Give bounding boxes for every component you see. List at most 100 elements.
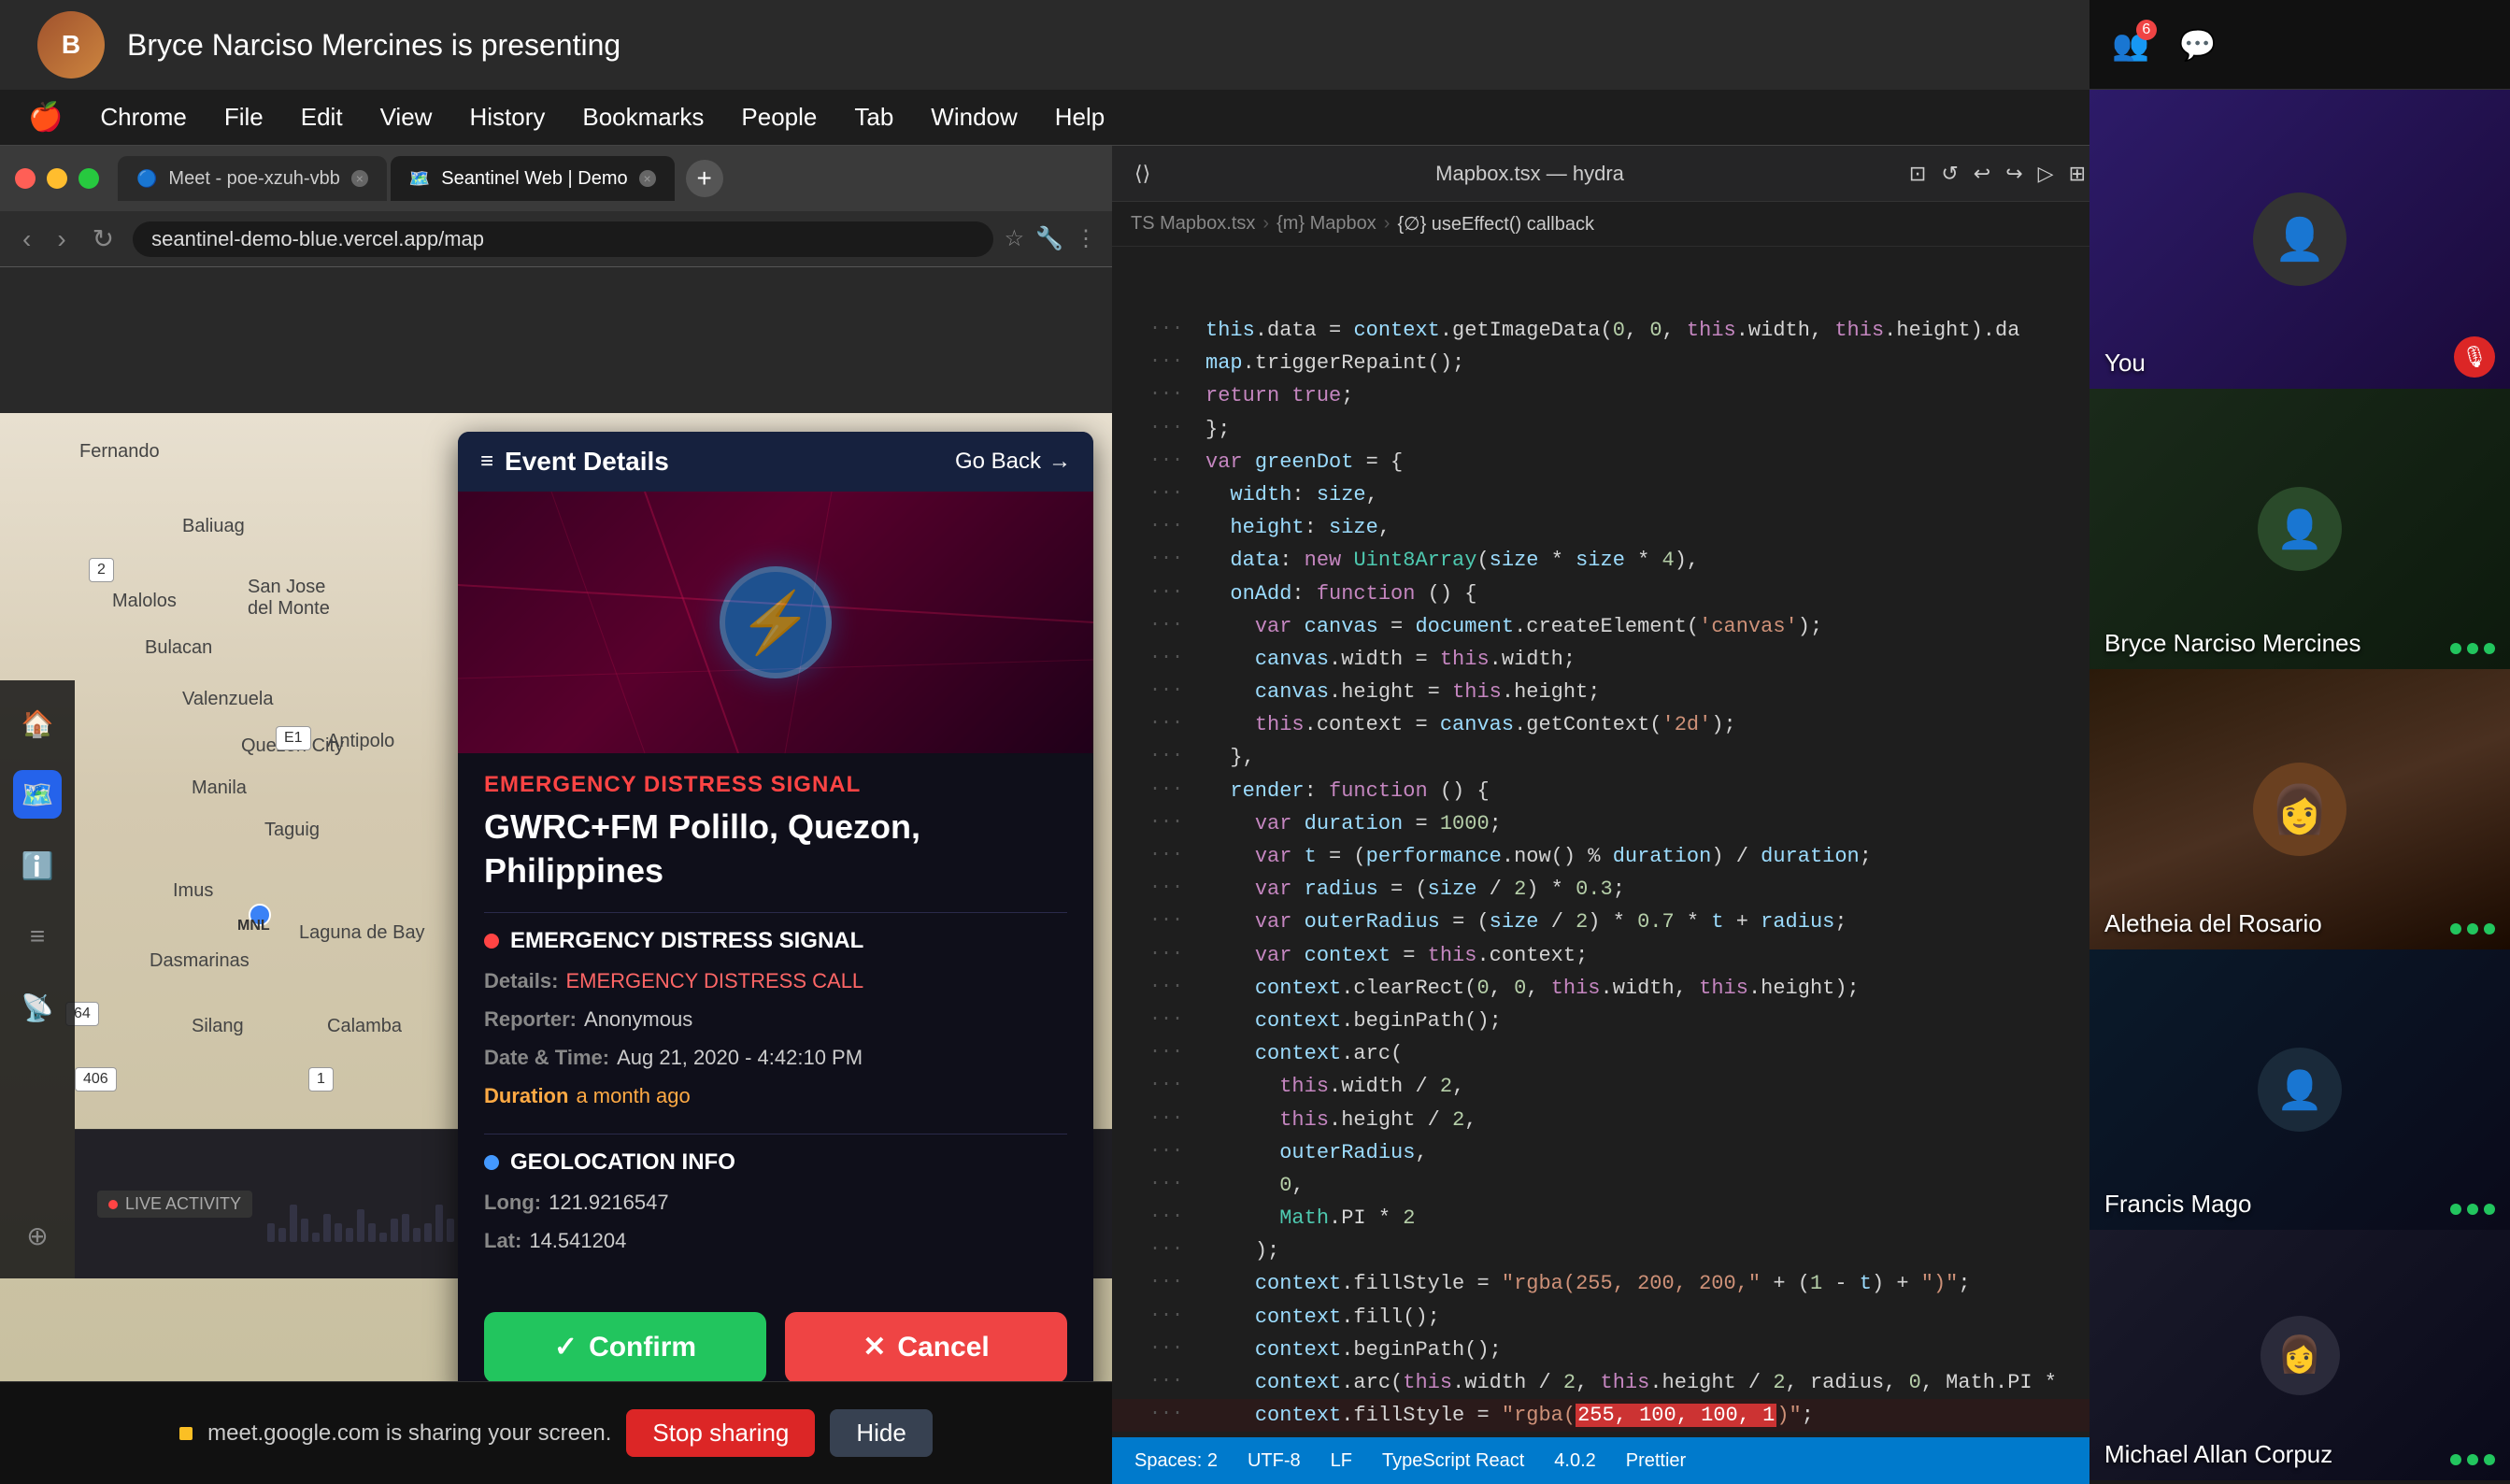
- detail-section-emergency: EMERGENCY DISTRESS SIGNAL Details: EMERG…: [484, 912, 1067, 1134]
- menu-chrome[interactable]: Chrome: [100, 103, 186, 132]
- share-indicator: [179, 1427, 193, 1440]
- detail-value-duration: a month ago: [576, 1080, 690, 1111]
- address-bar-icons: ☆ 🔧 ⋮: [1005, 225, 1097, 252]
- menu-people[interactable]: People: [741, 103, 817, 132]
- code-line: ··· onAdd: function () {: [1112, 578, 2108, 610]
- back-button[interactable]: ‹: [15, 221, 38, 258]
- breadcrumb-sep-2: ›: [1384, 213, 1390, 235]
- detail-dot-red: [484, 934, 499, 949]
- detail-value-lat: 14.541204: [529, 1225, 626, 1256]
- event-image: ⚡: [458, 492, 1093, 753]
- tab-seantinel-label: Seantinel Web | Demo: [441, 168, 627, 190]
- redo-icon[interactable]: ↪: [2005, 162, 2022, 186]
- code-line: ··· render: function () {: [1112, 775, 2108, 807]
- sidebar-layers[interactable]: ⊕: [13, 1211, 62, 1260]
- url-input[interactable]: [133, 221, 992, 257]
- tab-meet-close[interactable]: ×: [351, 170, 368, 187]
- code-line: ··· map.triggerRepaint();: [1112, 347, 2108, 379]
- extension-icon[interactable]: 🔧: [1035, 225, 1063, 252]
- code-line: ··· return true;: [1112, 379, 2108, 412]
- hide-button[interactable]: Hide: [830, 1409, 932, 1457]
- event-panel-title: ≡ Event Details: [480, 447, 669, 477]
- francis-name-label: Francis Mago: [2104, 1190, 2252, 1219]
- tab-meet[interactable]: 🔵 Meet - poe-xzuh-vbb ×: [118, 156, 387, 201]
- detail-value-long: 121.9216547: [549, 1187, 668, 1218]
- split-view-icon[interactable]: ⊡: [1909, 162, 1926, 186]
- code-line: ··· );: [1112, 1234, 2108, 1267]
- participants-icon[interactable]: 👥 6: [2112, 27, 2149, 63]
- address-bar: ‹ › ↻ ☆ 🔧 ⋮: [0, 211, 1112, 267]
- map-label-san-jose: San Josedel Monte: [248, 577, 330, 620]
- sidebar-list[interactable]: ≡: [13, 912, 62, 961]
- detail-section-geo: GEOLOCATION INFO Long: 121.9216547 Lat: …: [484, 1134, 1067, 1278]
- video-tile-bryce: 👤 Bryce Narciso Mercines: [2089, 389, 2510, 669]
- sidebar-info[interactable]: ℹ️: [13, 841, 62, 890]
- detail-row-reporter: Reporter: Anonymous: [484, 1004, 1067, 1035]
- menu-view[interactable]: View: [380, 103, 433, 132]
- code-line: ··· var t = (performance.now() % duratio…: [1112, 840, 2108, 873]
- status-formatter: Prettier: [1626, 1450, 1686, 1472]
- mic-off-icon: 🎙: [2454, 336, 2495, 378]
- sidebar-map[interactable]: 🗺️: [13, 770, 62, 819]
- stop-sharing-button[interactable]: Stop sharing: [626, 1409, 815, 1457]
- tab-seantinel-close[interactable]: ×: [639, 170, 656, 187]
- map-label-imus: Imus: [173, 880, 213, 902]
- confirm-button[interactable]: ✓ Confirm: [484, 1312, 766, 1381]
- tab-seantinel[interactable]: 🗺️ Seantinel Web | Demo ×: [391, 156, 675, 201]
- undo-icon[interactable]: ↩: [1974, 162, 1990, 186]
- map-label-valenzuela: Valenzuela: [182, 689, 273, 710]
- menu-bookmarks[interactable]: Bookmarks: [582, 103, 704, 132]
- minimize-button[interactable]: [47, 168, 67, 189]
- code-line: ··· context.clearRect(0, 0, this.width, …: [1112, 972, 2108, 1005]
- reload-button[interactable]: ↻: [85, 220, 121, 258]
- menu-help[interactable]: Help: [1055, 103, 1105, 132]
- road-badge-E1: E1: [276, 726, 311, 750]
- play-icon[interactable]: ▷: [2038, 162, 2054, 186]
- road-badge-406: 406: [75, 1067, 117, 1092]
- maximize-button[interactable]: [78, 168, 99, 189]
- close-button[interactable]: [15, 168, 36, 189]
- new-tab-button[interactable]: +: [686, 160, 723, 197]
- chat-icon[interactable]: 💬: [2179, 27, 2217, 63]
- apple-menu[interactable]: 🍎: [28, 101, 63, 134]
- more-icon[interactable]: ⋮: [1075, 225, 1097, 252]
- bryce-name-label: Bryce Narciso Mercines: [2104, 629, 2361, 658]
- you-name-label: You: [2104, 349, 2146, 378]
- code-line: ··· context.beginPath();: [1112, 1005, 2108, 1037]
- menu-window[interactable]: Window: [931, 103, 1017, 132]
- confirm-checkmark-icon: ✓: [554, 1331, 578, 1363]
- panel-icon[interactable]: ⊞: [2069, 162, 2086, 186]
- menu-tab[interactable]: Tab: [854, 103, 893, 132]
- code-line: ··· canvas.width = this.width;: [1112, 643, 2108, 676]
- emergency-label: EMERGENCY DISTRESS SIGNAL: [484, 772, 1067, 798]
- sidebar-signal[interactable]: 📡: [13, 983, 62, 1032]
- sidebar-home[interactable]: 🏠: [13, 699, 62, 748]
- go-back-button[interactable]: Go Back →: [955, 449, 1071, 475]
- code-line: ··· context.arc(this.width / 2, this.hei…: [1112, 1366, 2108, 1399]
- code-line: ··· var outerRadius = (size / 2) * 0.7 *…: [1112, 906, 2108, 938]
- aletheia-talking-indicator: [2450, 923, 2495, 935]
- code-line: ··· var context = this.context;: [1112, 939, 2108, 972]
- menu-file[interactable]: File: [224, 103, 264, 132]
- detail-key-reporter: Reporter:: [484, 1004, 577, 1035]
- geo-section-header: GEOLOCATION INFO: [484, 1149, 1067, 1176]
- aletheia-avatar: 👩: [2253, 763, 2346, 856]
- menu-history[interactable]: History: [469, 103, 545, 132]
- detail-row-lat: Lat: 14.541204: [484, 1225, 1067, 1256]
- cancel-button[interactable]: ✕ Cancel: [785, 1312, 1067, 1381]
- map-label-antipolo: Antipolo: [327, 731, 394, 752]
- code-line: ··· var canvas = document.createElement(…: [1112, 610, 2108, 643]
- code-title-bar: ⟨⟩ Mapbox.tsx — hydra ⊡ ↺ ↩ ↪ ▷ ⊞: [1112, 146, 2108, 202]
- forward-button[interactable]: ›: [50, 221, 73, 258]
- code-line: ··· context.beginPath();: [1112, 1334, 2108, 1366]
- map-label-baliuag: Baliuag: [182, 516, 245, 537]
- menu-edit[interactable]: Edit: [301, 103, 343, 132]
- bookmark-icon[interactable]: ☆: [1005, 225, 1025, 252]
- aletheia-name-label: Aletheia del Rosario: [2104, 909, 2322, 938]
- code-line: ··· 0,: [1112, 1169, 2108, 1202]
- refresh-icon[interactable]: ↺: [1941, 162, 1958, 186]
- map-area[interactable]: Fernando Baliuag Malolos San Josedel Mon…: [0, 413, 1112, 1381]
- code-line: ··· this.context = canvas.getContext('2d…: [1112, 708, 2108, 741]
- participant-count-badge: 6: [2136, 20, 2157, 40]
- live-label: LIVE ACTIVITY: [125, 1194, 241, 1214]
